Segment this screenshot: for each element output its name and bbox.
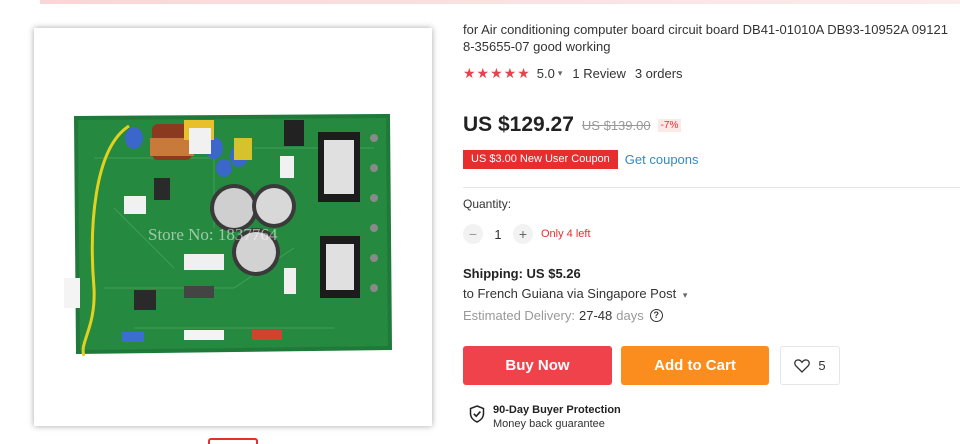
stock-warning: Only 4 left bbox=[541, 228, 591, 240]
original-price: US $139.00 bbox=[581, 117, 651, 133]
quantity-stepper: − 1 + Only 4 left bbox=[463, 223, 591, 245]
buyer-protection: 90-Day Buyer Protection Money back guara… bbox=[469, 403, 621, 431]
quantity-input[interactable]: 1 bbox=[483, 227, 513, 242]
price-row: US $129.27 US $139.00 -7% bbox=[463, 112, 682, 138]
protection-text: 90-Day Buyer Protection Money back guara… bbox=[493, 403, 621, 431]
rating-row: ★★★★★ 5.0 ▾ 1 Review 3 orders bbox=[463, 64, 683, 82]
shipping-cost: Shipping: US $5.26 bbox=[463, 266, 581, 281]
shipping-destination: to French Guiana via Singapore Post bbox=[463, 286, 677, 301]
shipping-destination-selector[interactable]: to French Guiana via Singapore Post ▾ bbox=[463, 286, 687, 301]
product-image[interactable]: Store No: 1837764 bbox=[34, 28, 432, 426]
rating-value[interactable]: 5.0 bbox=[537, 66, 555, 81]
heart-icon bbox=[794, 358, 811, 373]
top-accent-bar bbox=[40, 0, 960, 4]
protection-subtitle: Money back guarantee bbox=[493, 418, 605, 430]
delivery-days: 27-48 bbox=[578, 308, 613, 323]
coupon-badge[interactable]: US $3.00 New User Coupon bbox=[463, 149, 618, 169]
protection-title: 90-Day Buyer Protection bbox=[493, 404, 621, 416]
buy-now-button[interactable]: Buy Now bbox=[463, 346, 612, 385]
product-title: for Air conditioning computer board circ… bbox=[463, 22, 948, 54]
estimated-delivery: Estimated Delivery: 27-48 days ? bbox=[463, 308, 663, 323]
watermark-text: Store No: 1837764 bbox=[148, 225, 278, 244]
reviews-link[interactable]: 1 Review bbox=[572, 66, 625, 81]
add-to-cart-button[interactable]: Add to Cart bbox=[621, 346, 769, 385]
quantity-label: Quantity: bbox=[463, 197, 512, 211]
circuit-board-photo: Store No: 1837764 bbox=[34, 28, 432, 426]
chevron-down-icon[interactable]: ▾ bbox=[558, 68, 563, 79]
wishlist-button[interactable]: 5 bbox=[780, 346, 840, 385]
selected-thumbnail-indicator[interactable] bbox=[208, 438, 258, 444]
help-icon[interactable]: ? bbox=[649, 309, 663, 322]
orders-count: 3 orders bbox=[634, 65, 683, 81]
get-coupons-link[interactable]: Get coupons bbox=[625, 152, 699, 167]
star-rating-icon: ★★★★★ bbox=[463, 64, 531, 81]
divider bbox=[463, 187, 960, 188]
discount-badge: -7% bbox=[657, 118, 682, 132]
quantity-increase-button[interactable]: + bbox=[513, 224, 533, 244]
quantity-decrease-button[interactable]: − bbox=[463, 224, 483, 244]
shield-check-icon bbox=[469, 405, 485, 423]
coupon-row: US $3.00 New User Coupon Get coupons bbox=[463, 149, 699, 169]
current-price: US $129.27 bbox=[463, 113, 574, 136]
chevron-down-icon: ▾ bbox=[682, 290, 688, 300]
delivery-unit: days bbox=[616, 308, 644, 323]
wishlist-count: 5 bbox=[818, 358, 826, 373]
delivery-label: Estimated Delivery: bbox=[463, 308, 575, 323]
